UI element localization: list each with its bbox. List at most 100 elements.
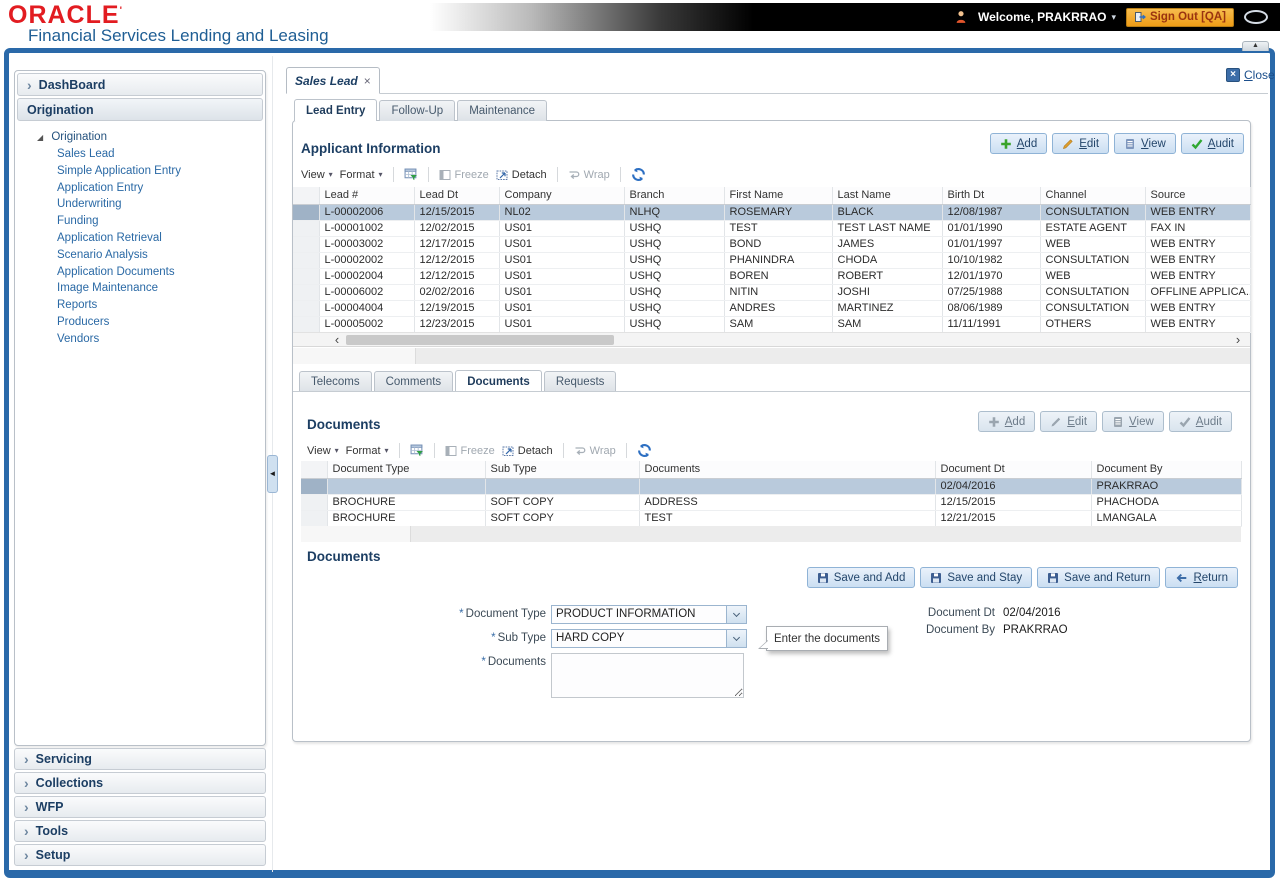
- detach-button[interactable]: Detach: [502, 445, 553, 457]
- row-selector[interactable]: [301, 494, 327, 510]
- table-row[interactable]: L-0000600202/02/2016US01USHQNITINJOSHI07…: [293, 284, 1250, 300]
- save-and-add-button[interactable]: Save and Add: [807, 567, 916, 588]
- query-by-example-icon[interactable]: [410, 444, 424, 457]
- scrollbar-thumb[interactable]: [346, 335, 614, 345]
- add-button[interactable]: Add: [990, 133, 1047, 154]
- tab-close-icon[interactable]: ×: [364, 74, 371, 88]
- sidebar-section[interactable]: › WFP: [14, 796, 266, 818]
- column-header[interactable]: Document Dt: [935, 461, 1091, 478]
- sidebar-tree-item[interactable]: Reports: [17, 297, 263, 314]
- column-header[interactable]: Branch: [624, 187, 724, 204]
- sidebar-tree-item[interactable]: Application Entry: [17, 180, 263, 197]
- row-selector[interactable]: [301, 478, 327, 494]
- row-selector[interactable]: [293, 316, 319, 332]
- subtab[interactable]: Telecoms: [299, 371, 372, 392]
- table-row[interactable]: 02/04/2016PRAKRRAO: [301, 478, 1241, 494]
- row-selector[interactable]: [293, 284, 319, 300]
- column-header[interactable]: Last Name: [832, 187, 942, 204]
- dropdown-button[interactable]: [726, 630, 746, 647]
- table-row[interactable]: BROCHURESOFT COPYTEST12/21/2015LMANGALA: [301, 510, 1241, 526]
- audit-button[interactable]: Audit: [1181, 133, 1244, 154]
- view-button[interactable]: View: [1114, 133, 1176, 154]
- subtab[interactable]: Comments: [374, 371, 454, 392]
- table-row[interactable]: L-0000500212/23/2015US01USHQSAMSAM11/11/…: [293, 316, 1250, 332]
- scroll-left-icon[interactable]: ‹: [329, 333, 345, 346]
- edit-button[interactable]: Edit: [1052, 133, 1109, 154]
- table-row[interactable]: L-0000300212/17/2015US01USHQBONDJAMES01/…: [293, 236, 1250, 252]
- sidebar-section[interactable]: › Collections: [14, 772, 266, 794]
- save-and-stay-button[interactable]: Save and Stay: [920, 567, 1032, 588]
- row-selector[interactable]: [293, 204, 319, 220]
- documents-textarea[interactable]: [551, 653, 744, 698]
- column-header[interactable]: Lead Dt: [414, 187, 499, 204]
- column-header[interactable]: Document By: [1091, 461, 1241, 478]
- column-header[interactable]: Document Type: [327, 461, 485, 478]
- column-header[interactable]: Birth Dt: [942, 187, 1040, 204]
- subtab[interactable]: Documents: [455, 370, 542, 392]
- close-control[interactable]: × Close: [1226, 68, 1275, 82]
- sidebar-tree-item[interactable]: Simple Application Entry: [17, 163, 263, 180]
- document-type-select[interactable]: PRODUCT INFORMATION: [551, 605, 747, 624]
- table-row[interactable]: BROCHURESOFT COPYADDRESS12/15/2015PHACHO…: [301, 494, 1241, 510]
- chevron-right-icon: ›: [24, 778, 29, 788]
- query-by-example-icon[interactable]: [404, 168, 418, 181]
- table-row[interactable]: L-0000400412/19/2015US01USHQANDRESMARTIN…: [293, 300, 1250, 316]
- tree-node-origination[interactable]: ◢ Origination: [17, 129, 263, 146]
- column-header[interactable]: First Name: [724, 187, 832, 204]
- sidebar-splitter-handle[interactable]: ◄: [267, 455, 278, 493]
- format-menu[interactable]: Format▾: [346, 445, 389, 457]
- sidebar-tree-item[interactable]: Image Maintenance: [17, 280, 263, 297]
- sub-type-select[interactable]: HARD COPY: [551, 629, 747, 648]
- column-header[interactable]: Lead #: [319, 187, 414, 204]
- row-selector[interactable]: [301, 510, 327, 526]
- column-header[interactable]: Sub Type: [485, 461, 639, 478]
- column-header[interactable]: Company: [499, 187, 624, 204]
- applicant-hscrollbar[interactable]: ‹ ›: [293, 332, 1250, 347]
- column-header[interactable]: Documents: [639, 461, 935, 478]
- row-selector[interactable]: [293, 252, 319, 268]
- sign-out-button[interactable]: Sign Out [QA]: [1126, 8, 1234, 27]
- save-and-return-button[interactable]: Save and Return: [1037, 567, 1160, 588]
- view-menu[interactable]: View▾: [301, 169, 333, 181]
- sidebar-item-dashboard[interactable]: › DashBoard: [17, 73, 263, 96]
- sidebar-section[interactable]: › Tools: [14, 820, 266, 842]
- view-menu[interactable]: View▾: [307, 445, 339, 457]
- sidebar-tree-item[interactable]: Application Retrieval: [17, 230, 263, 247]
- document-tab-sales-lead[interactable]: Sales Lead ×: [286, 67, 380, 94]
- sidebar-tree-item[interactable]: Underwriting: [17, 196, 263, 213]
- sidebar-tree-item[interactable]: Sales Lead: [17, 146, 263, 163]
- row-selector[interactable]: [293, 220, 319, 236]
- sidebar-tree-item[interactable]: Scenario Analysis: [17, 247, 263, 264]
- table-row[interactable]: L-0000100212/02/2015US01USHQTESTTEST LAS…: [293, 220, 1250, 236]
- sidebar-item-origination[interactable]: Origination: [17, 98, 263, 121]
- sidebar-tree-item[interactable]: Application Documents: [17, 264, 263, 281]
- refresh-icon[interactable]: [631, 167, 646, 182]
- table-cell: 01/01/1990: [942, 220, 1040, 236]
- row-selector[interactable]: [293, 236, 319, 252]
- dropdown-button[interactable]: [726, 606, 746, 623]
- row-selector[interactable]: [293, 300, 319, 316]
- sidebar-tree-item[interactable]: Vendors: [17, 331, 263, 348]
- collapse-header-handle[interactable]: ▲: [1242, 41, 1269, 51]
- session-indicator-icon[interactable]: [1244, 10, 1268, 24]
- column-header[interactable]: Source: [1145, 187, 1250, 204]
- sidebar-tree-item[interactable]: Producers: [17, 314, 263, 331]
- sidebar-section[interactable]: › Servicing: [14, 748, 266, 770]
- detach-button[interactable]: Detach: [496, 169, 547, 181]
- sidebar-tree-item[interactable]: Funding: [17, 213, 263, 230]
- subtab[interactable]: Requests: [544, 371, 617, 392]
- tab[interactable]: Maintenance: [457, 100, 547, 121]
- row-selector[interactable]: [293, 268, 319, 284]
- format-menu[interactable]: Format▾: [340, 169, 383, 181]
- table-row[interactable]: L-0000200212/12/2015US01USHQPHANINDRACHO…: [293, 252, 1250, 268]
- refresh-icon[interactable]: [637, 443, 652, 458]
- column-header[interactable]: Channel: [1040, 187, 1145, 204]
- sidebar-section[interactable]: › Setup: [14, 844, 266, 866]
- table-row[interactable]: L-0000200412/12/2015US01USHQBORENROBERT1…: [293, 268, 1250, 284]
- scroll-right-icon[interactable]: ›: [1230, 333, 1246, 346]
- tab[interactable]: Follow-Up: [379, 100, 455, 121]
- return-button[interactable]: Return: [1165, 567, 1238, 588]
- welcome-menu[interactable]: Welcome, PRAKRRAO▾: [978, 10, 1116, 24]
- table-row[interactable]: L-0000200612/15/2015NL02NLHQROSEMARYBLAC…: [293, 204, 1250, 220]
- tab[interactable]: Lead Entry: [294, 99, 377, 121]
